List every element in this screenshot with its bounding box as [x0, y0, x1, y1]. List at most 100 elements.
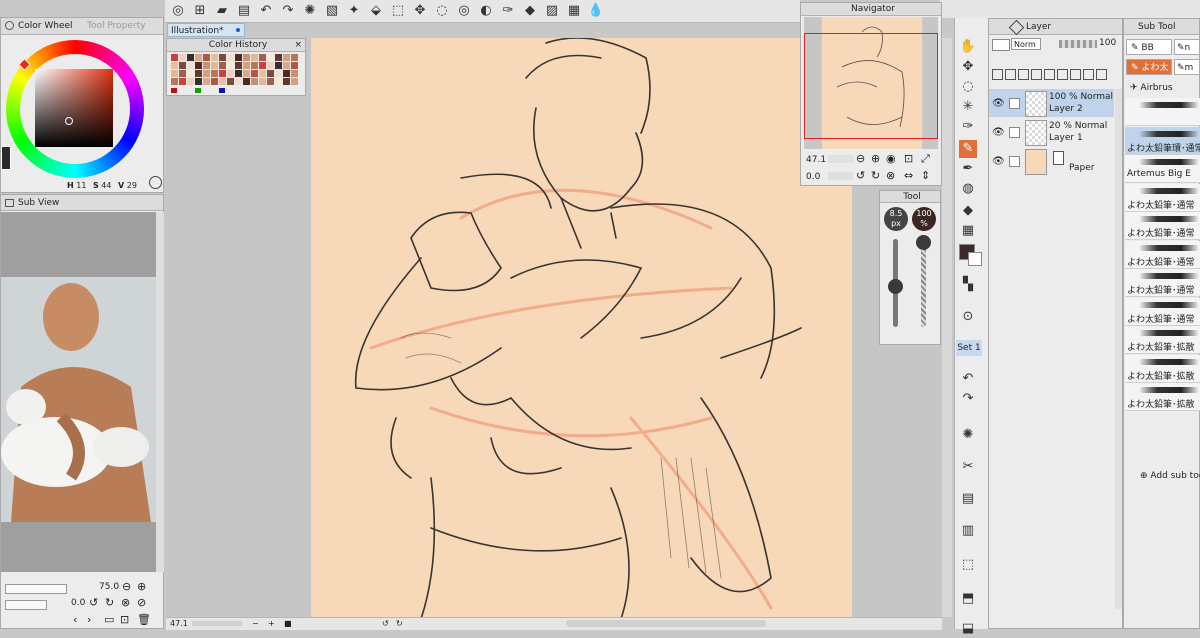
history-swatch[interactable]: [195, 70, 202, 77]
history-swatch[interactable]: [275, 62, 282, 69]
status-stop-icon[interactable]: ■: [284, 618, 292, 630]
mask-icon[interactable]: ◐: [477, 2, 495, 20]
redo-icon[interactable]: ↷: [279, 2, 297, 20]
lasso-tool-icon[interactable]: ◌: [959, 78, 977, 96]
background-color-swatch[interactable]: [968, 252, 982, 266]
navigator-fit-icon[interactable]: ⊡: [904, 152, 913, 165]
history-swatch[interactable]: [291, 62, 298, 69]
app-menu-icon[interactable]: ◎: [169, 2, 187, 20]
redo-tool-icon[interactable]: ↷: [959, 390, 977, 408]
navigator-zoom-out-icon[interactable]: ⊖: [856, 152, 865, 165]
open-image-icon[interactable]: ▭: [104, 613, 114, 626]
tab-layer[interactable]: Layer: [1026, 19, 1051, 35]
status-zoom-in-icon[interactable]: +: [268, 618, 275, 630]
history-swatch[interactable]: [187, 54, 194, 61]
brush-item[interactable]: Artemus Big E: [1125, 155, 1200, 183]
history-swatch[interactable]: [171, 78, 178, 85]
history-swatch[interactable]: [211, 54, 218, 61]
set-button[interactable]: Set 1: [956, 340, 982, 356]
history-swatch[interactable]: [219, 54, 226, 61]
new-file-icon[interactable]: ⊞: [191, 2, 209, 20]
brush-item[interactable]: よわ太鉛筆環･通常: [1125, 126, 1200, 155]
lasso-icon[interactable]: ◌: [433, 2, 451, 20]
history-swatch[interactable]: [259, 62, 266, 69]
history-swatch[interactable]: [251, 54, 258, 61]
delete-layer-icon[interactable]: [1096, 69, 1107, 80]
new-layer-icon[interactable]: [992, 69, 1003, 80]
layer-lock-checkbox[interactable]: [1009, 156, 1020, 167]
status-rotate-icon[interactable]: ↺: [382, 618, 389, 630]
history-swatch[interactable]: [291, 54, 298, 61]
magic-wand-icon[interactable]: ✳: [959, 98, 977, 116]
history-swatch[interactable]: [171, 62, 178, 69]
reset-icon[interactable]: ⊘: [137, 596, 146, 609]
layer-lock-checkbox[interactable]: [1009, 98, 1020, 109]
history-swatch[interactable]: [203, 78, 210, 85]
canvas-vscrollbar[interactable]: [942, 38, 952, 617]
brush-opacity-slider[interactable]: [916, 235, 931, 327]
history-swatch[interactable]: [267, 78, 274, 85]
brush-item[interactable]: [1125, 98, 1200, 126]
history-swatch[interactable]: [243, 70, 250, 77]
history-swatch[interactable]: [203, 54, 210, 61]
history-swatch[interactable]: [227, 54, 234, 61]
new-folder-icon[interactable]: [1005, 69, 1016, 80]
history-swatch[interactable]: [267, 62, 274, 69]
sub-tool-tab-airbrush[interactable]: ✈ Airbrus: [1126, 80, 1200, 96]
layer-row[interactable]: 👁 Paper: [989, 147, 1114, 175]
history-swatch[interactable]: [211, 70, 218, 77]
history-swatch[interactable]: [275, 78, 282, 85]
history-swatch[interactable]: [219, 78, 226, 85]
history-swatch[interactable]: [211, 62, 218, 69]
gradient-tool-icon[interactable]: ▦: [959, 222, 977, 240]
history-swatch[interactable]: [227, 70, 234, 77]
navigator-rotate-slider[interactable]: [828, 172, 853, 180]
status-zoom-out-icon[interactable]: −: [252, 618, 259, 630]
navigator-reset-icon[interactable]: ⊗: [886, 169, 895, 182]
sub-view-rotate-slider[interactable]: [5, 600, 47, 610]
sub-view-zoom-slider[interactable]: [5, 584, 67, 594]
document-tab[interactable]: Illustration*: [167, 23, 245, 37]
history-swatch[interactable]: [251, 78, 258, 85]
history-swatch[interactable]: [235, 62, 242, 69]
history-swatch[interactable]: [203, 62, 210, 69]
history-swatch[interactable]: [219, 88, 225, 93]
history-swatch[interactable]: [259, 54, 266, 61]
history-swatch[interactable]: [267, 54, 274, 61]
history-swatch[interactable]: [219, 62, 226, 69]
cut-icon[interactable]: ✂: [959, 458, 977, 476]
transform-icon[interactable]: ⬚: [389, 2, 407, 20]
brush-item[interactable]: よわ太鉛筆･通常: [1125, 297, 1200, 326]
history-swatch[interactable]: [171, 70, 178, 77]
crop-icon[interactable]: ⬒: [959, 590, 977, 608]
zoom-out-icon[interactable]: ⊖: [122, 580, 131, 593]
history-swatch[interactable]: [259, 70, 266, 77]
history-swatch[interactable]: [203, 70, 210, 77]
history-swatch[interactable]: [275, 70, 282, 77]
history-swatch[interactable]: [235, 70, 242, 77]
navigator-flip-v-icon[interactable]: ⇕: [921, 169, 930, 182]
search-tool-icon[interactable]: ⊙: [959, 308, 977, 326]
close-tab-icon[interactable]: [236, 28, 240, 32]
next-image-icon[interactable]: ›: [87, 613, 91, 626]
history-swatch[interactable]: [251, 70, 258, 77]
history-swatch[interactable]: [195, 88, 201, 93]
history-swatch[interactable]: [243, 62, 250, 69]
navigator-rotate-right-icon[interactable]: ↻: [871, 169, 880, 182]
history-swatch[interactable]: [171, 88, 177, 93]
visibility-eye-icon[interactable]: 👁: [992, 156, 1005, 167]
tab-sub-tool[interactable]: Sub Tool: [1138, 19, 1175, 35]
copy-icon[interactable]: ▤: [959, 490, 977, 508]
delete-image-icon[interactable]: 🗑: [137, 613, 151, 626]
clip-icon[interactable]: [1057, 69, 1068, 80]
layer-row[interactable]: 👁 20 % Normal Layer 1: [989, 118, 1114, 146]
layer-lock-checkbox[interactable]: [1009, 127, 1020, 138]
select-icon[interactable]: ◎: [455, 2, 473, 20]
sub-tool-tab-m[interactable]: ✎m: [1174, 59, 1200, 75]
history-swatch[interactable]: [259, 78, 266, 85]
move-icon[interactable]: ✥: [411, 2, 429, 20]
grid-icon[interactable]: ▦: [565, 2, 583, 20]
merge-icon[interactable]: [1083, 69, 1094, 80]
deselect-icon[interactable]: ⬓: [959, 620, 977, 638]
history-swatch[interactable]: [195, 62, 202, 69]
